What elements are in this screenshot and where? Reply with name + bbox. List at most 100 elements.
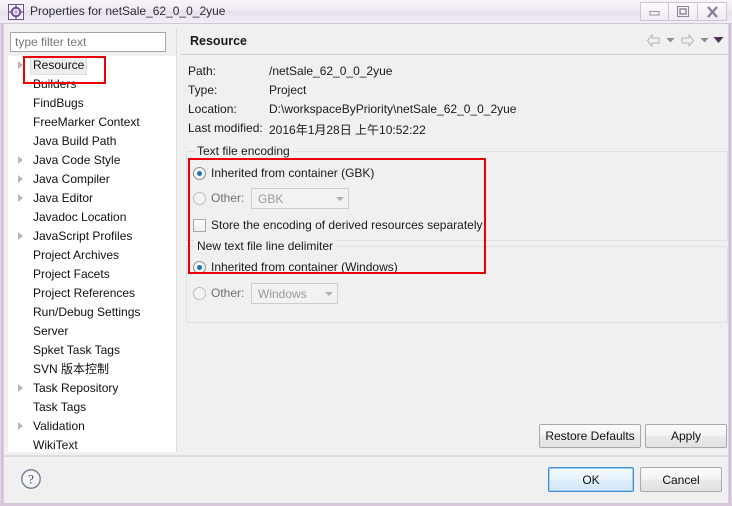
tree-item-label: Resource (30, 56, 88, 75)
expand-arrow-icon[interactable] (18, 422, 23, 430)
delimiter-inherited-radio[interactable]: Inherited from container (Windows) (193, 260, 398, 274)
group-legend: Text file encoding (194, 144, 293, 158)
tree-item-label: Javadoc Location (33, 210, 127, 224)
tree-item-task-tags[interactable]: Task Tags (8, 398, 176, 417)
tree-item-label: Java Code Style (33, 153, 121, 167)
tree-item-label: Builders (33, 77, 77, 91)
tree-item-resource[interactable]: Resource (8, 56, 176, 75)
tree-item-svn[interactable]: SVN 版本控制 (8, 360, 176, 379)
title-bar: Properties for netSale_62_0_0_2yue (0, 0, 732, 24)
window-title: Properties for netSale_62_0_0_2yue (30, 4, 226, 18)
encoding-other-value: GBK (258, 191, 284, 206)
tree-item-label: FindBugs (33, 96, 84, 110)
tree-item-javadoc-location[interactable]: Javadoc Location (8, 208, 176, 227)
radio-label: Other: (211, 191, 245, 205)
property-value: D:\workspaceByPriority\netSale_62_0_0_2y… (269, 102, 517, 116)
delimiter-other-radio[interactable]: Other: (193, 286, 244, 300)
tree-item-java-code-style[interactable]: Java Code Style (8, 151, 176, 170)
encoding-other-combo[interactable]: GBK (251, 188, 349, 209)
radio-label: Other: (211, 286, 245, 300)
dialog-footer: ? OK Cancel (4, 456, 728, 502)
window-frame-right (728, 0, 732, 506)
tree-item-task-repository[interactable]: Task Repository (8, 379, 176, 398)
tree-item-builders[interactable]: Builders (8, 75, 176, 94)
tree-item-label: Server (33, 324, 69, 338)
forward-button[interactable] (678, 31, 696, 49)
radio-icon[interactable] (193, 286, 206, 300)
filter-input[interactable] (10, 32, 166, 52)
radio-icon[interactable] (193, 166, 206, 180)
tree-item-spket-task-tags[interactable]: Spket Task Tags (8, 341, 176, 360)
tree-item-label: WikiText (33, 438, 78, 452)
restore-defaults-label: Restore Defaults (545, 429, 635, 443)
settings-tree[interactable]: Resource Builders FindBugs FreeMarker Co… (8, 56, 176, 452)
tree-item-project-references[interactable]: Project References (8, 284, 176, 303)
tree-item-project-archives[interactable]: Project Archives (8, 246, 176, 265)
panel-divider (176, 28, 177, 452)
tree-item-label: Java Compiler (33, 172, 110, 186)
group-legend: New text file line delimiter (194, 239, 337, 253)
view-menu-button[interactable] (712, 31, 724, 49)
tree-item-label: Java Editor (33, 191, 94, 205)
minimize-button[interactable] (640, 2, 669, 21)
restore-defaults-button[interactable]: Restore Defaults (539, 424, 641, 448)
maximize-button[interactable] (669, 2, 698, 21)
properties-dialog: Properties for netSale_62_0_0_2yue type … (0, 0, 732, 506)
tree-item-java-editor[interactable]: Java Editor (8, 189, 176, 208)
tree-item-server[interactable]: Server (8, 322, 176, 341)
property-label: Path: (188, 64, 217, 78)
back-arrow-icon (646, 33, 659, 47)
tree-item-label: Project Facets (33, 267, 110, 281)
checkbox-label: Store the encoding of derived resources … (211, 218, 483, 232)
expand-arrow-icon[interactable] (18, 194, 23, 202)
ok-button[interactable]: OK (548, 467, 634, 492)
property-value: 2016年1月28日 上午10:52:22 (269, 123, 426, 137)
forward-history-dropdown[interactable] (698, 31, 710, 49)
chevron-down-icon[interactable] (331, 189, 348, 208)
back-history-dropdown[interactable] (664, 31, 676, 49)
tree-item-findbugs[interactable]: FindBugs (8, 94, 176, 113)
back-button[interactable] (644, 31, 662, 49)
expand-arrow-icon[interactable] (18, 384, 23, 392)
tree-item-wikitext[interactable]: WikiText (8, 436, 176, 452)
svg-text:?: ? (28, 472, 34, 487)
radio-label: Inherited from container (GBK) (211, 166, 375, 180)
tree-item-label: Spket Task Tags (33, 343, 120, 357)
delimiter-other-combo[interactable]: Windows (251, 283, 338, 304)
cancel-button[interactable]: Cancel (640, 467, 722, 492)
tree-item-validation[interactable]: Validation (8, 417, 176, 436)
tree-item-javascript-profiles[interactable]: JavaScript Profiles (8, 227, 176, 246)
expand-arrow-icon[interactable] (18, 175, 23, 183)
radio-icon[interactable] (193, 260, 206, 274)
chevron-down-icon (700, 38, 708, 43)
tree-item-java-compiler[interactable]: Java Compiler (8, 170, 176, 189)
encoding-inherited-radio[interactable]: Inherited from container (GBK) (193, 166, 374, 180)
tree-item-run-debug-settings[interactable]: Run/Debug Settings (8, 303, 176, 322)
expand-arrow-icon[interactable] (18, 232, 23, 240)
page-title: Resource (190, 34, 247, 48)
close-button[interactable] (698, 2, 727, 21)
tree-item-freemarker-context[interactable]: FreeMarker Context (8, 113, 176, 132)
apply-button[interactable]: Apply (645, 424, 727, 448)
encoding-other-radio[interactable]: Other: (193, 191, 244, 205)
tree-item-java-build-path[interactable]: Java Build Path (8, 132, 176, 151)
chevron-down-icon[interactable] (320, 284, 337, 303)
tree-item-label: FreeMarker Context (33, 115, 140, 129)
radio-label: Inherited from container (Windows) (211, 260, 398, 274)
page-navigation (644, 31, 724, 49)
tree-item-project-facets[interactable]: Project Facets (8, 265, 176, 284)
checkbox-icon[interactable] (193, 218, 206, 232)
tree-item-label: Run/Debug Settings (33, 305, 141, 319)
help-icon[interactable]: ? (20, 468, 42, 490)
property-value: Project (269, 83, 307, 97)
eclipse-properties-icon (8, 4, 24, 20)
tree-item-label: Validation (33, 419, 85, 433)
forward-arrow-icon (681, 33, 694, 47)
store-derived-encoding-checkbox[interactable]: Store the encoding of derived resources … (193, 218, 483, 232)
view-menu-icon (713, 37, 723, 43)
expand-arrow-icon[interactable] (18, 61, 23, 69)
expand-arrow-icon[interactable] (18, 156, 23, 164)
ok-label: OK (582, 472, 600, 487)
tree-item-label: Task Tags (33, 400, 87, 414)
radio-icon[interactable] (193, 191, 206, 205)
